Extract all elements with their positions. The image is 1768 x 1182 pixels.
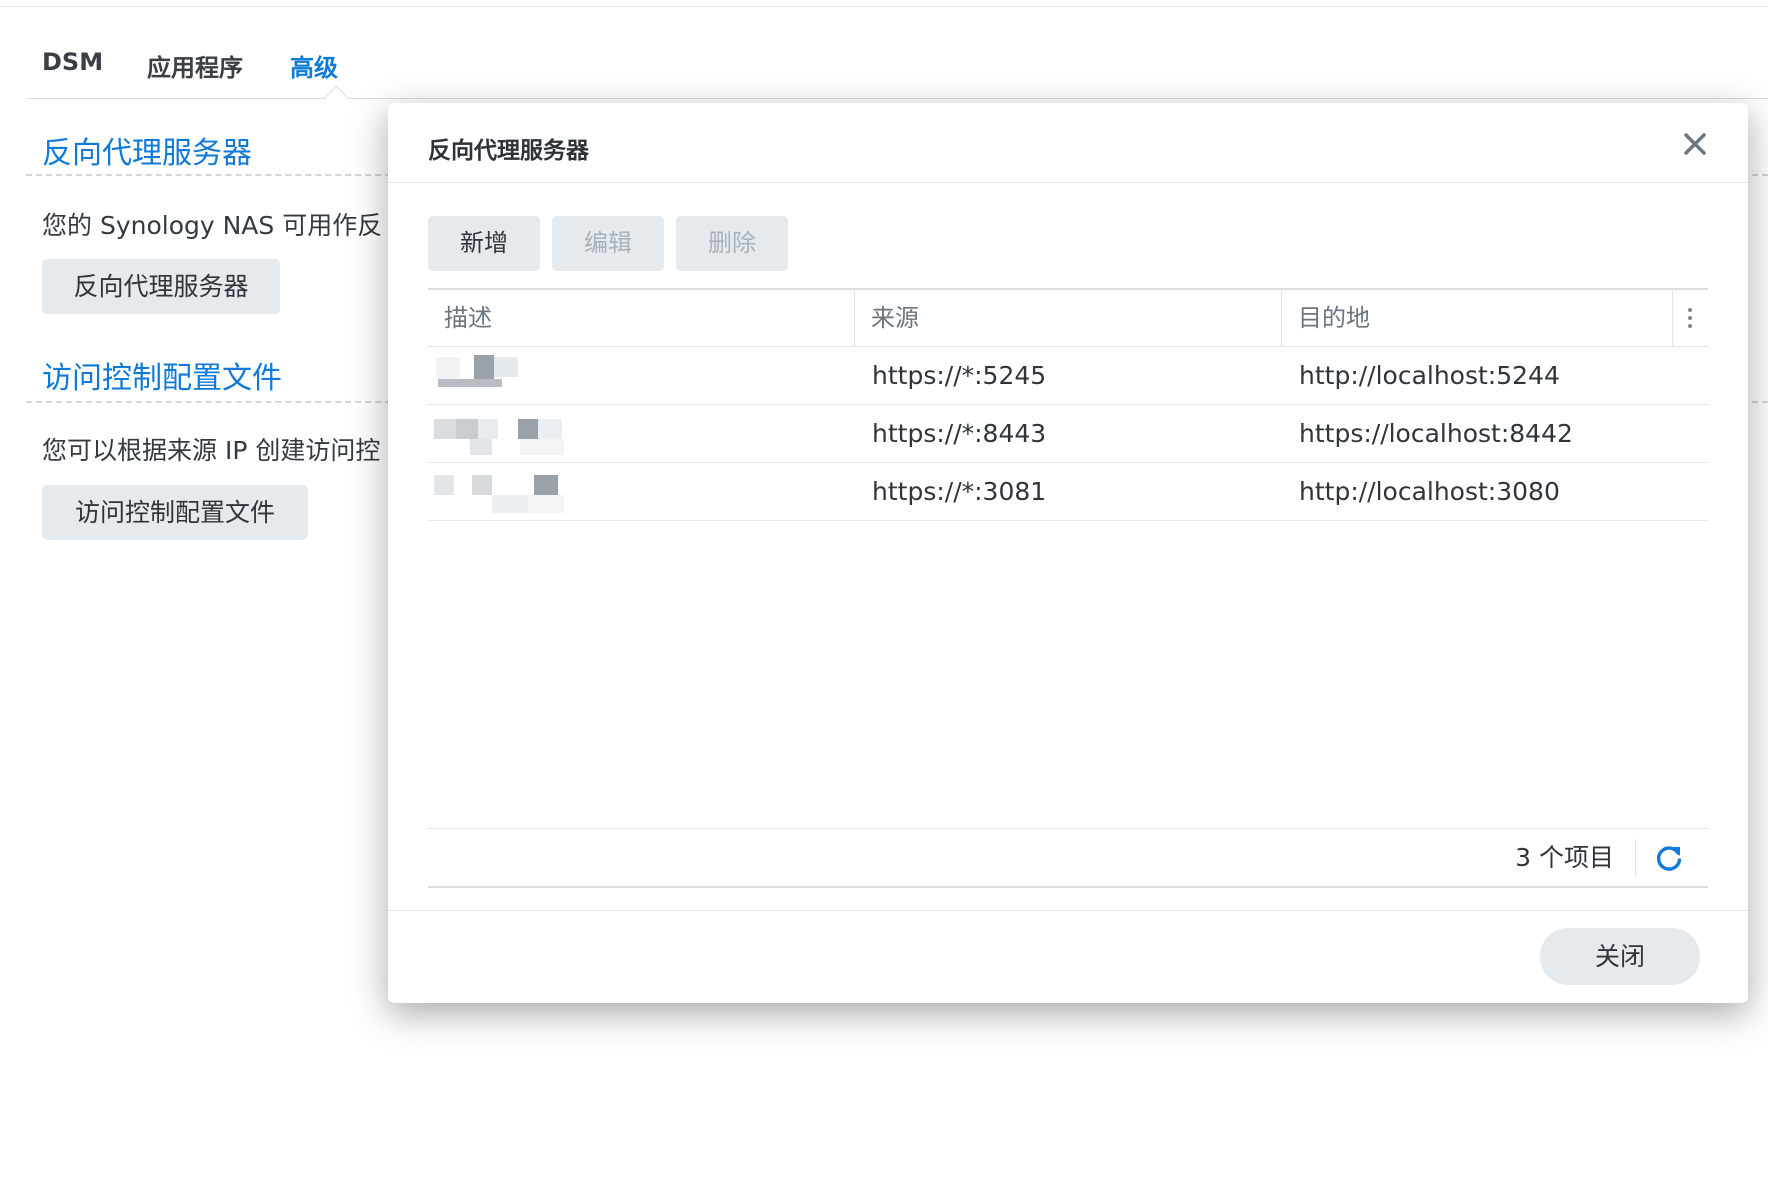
row-source: https://*:3081 (872, 477, 1047, 506)
redacted-description (428, 351, 588, 400)
delete-button[interactable]: 删除 (676, 216, 788, 271)
row-destination: http://localhost:3080 (1299, 477, 1560, 506)
column-menu-icon[interactable] (1688, 308, 1692, 328)
column-separator (1672, 290, 1673, 346)
active-tab-indicator (324, 85, 349, 110)
table-header: 描述 来源 目的地 (428, 290, 1708, 347)
close-button[interactable]: 关闭 (1540, 928, 1700, 985)
tab-applications[interactable]: 应用程序 (147, 48, 243, 83)
access-control-description: 您可以根据来源 IP 创建访问控 (42, 436, 381, 465)
proxy-rules-table: 描述 来源 目的地 https://*:5245 http://localhos… (428, 288, 1708, 888)
column-header-description[interactable]: 描述 (428, 290, 854, 346)
tab-advanced[interactable]: 高级 (290, 48, 338, 83)
item-count: 3 个项目 (1515, 843, 1614, 872)
table-row[interactable]: https://*:3081 http://localhost:3080 (428, 463, 1708, 521)
row-source: https://*:8443 (872, 419, 1047, 448)
reverse-proxy-button[interactable]: 反向代理服务器 (42, 259, 280, 314)
top-divider (0, 6, 1768, 7)
dialog-footer-divider (388, 910, 1748, 911)
row-description (428, 463, 854, 520)
table-footer: 3 个项目 (428, 828, 1708, 888)
column-header-destination[interactable]: 目的地 (1282, 290, 1672, 346)
tab-dsm[interactable]: DSM (42, 48, 103, 76)
row-description (428, 405, 854, 462)
column-header-source[interactable]: 来源 (855, 290, 1281, 346)
row-destination: http://localhost:5244 (1299, 361, 1560, 390)
access-control-button[interactable]: 访问控制配置文件 (42, 485, 308, 540)
row-source: https://*:5245 (872, 361, 1047, 390)
add-button[interactable]: 新增 (428, 216, 540, 271)
settings-tabs: DSM 应用程序 高级 (26, 40, 1768, 110)
dialog-title: 反向代理服务器 (428, 138, 589, 164)
row-destination: https://localhost:8442 (1299, 419, 1573, 448)
footer-separator (1635, 839, 1636, 876)
access-control-section-title: 访问控制配置文件 (42, 361, 282, 396)
reverse-proxy-dialog: 反向代理服务器 新增 编辑 删除 描述 来源 目的地 https://*:524… (388, 103, 1748, 1003)
reverse-proxy-section-title: 反向代理服务器 (42, 136, 252, 171)
table-row[interactable]: https://*:8443 https://localhost:8442 (428, 405, 1708, 463)
redacted-description (428, 467, 588, 516)
row-description (428, 347, 854, 404)
reverse-proxy-description: 您的 Synology NAS 可用作反 (42, 211, 383, 240)
table-row[interactable]: https://*:5245 http://localhost:5244 (428, 347, 1708, 405)
dialog-header-divider (388, 182, 1748, 183)
edit-button[interactable]: 编辑 (552, 216, 664, 271)
refresh-icon[interactable] (1654, 843, 1684, 873)
redacted-description (428, 409, 588, 458)
close-icon[interactable] (1678, 127, 1712, 161)
